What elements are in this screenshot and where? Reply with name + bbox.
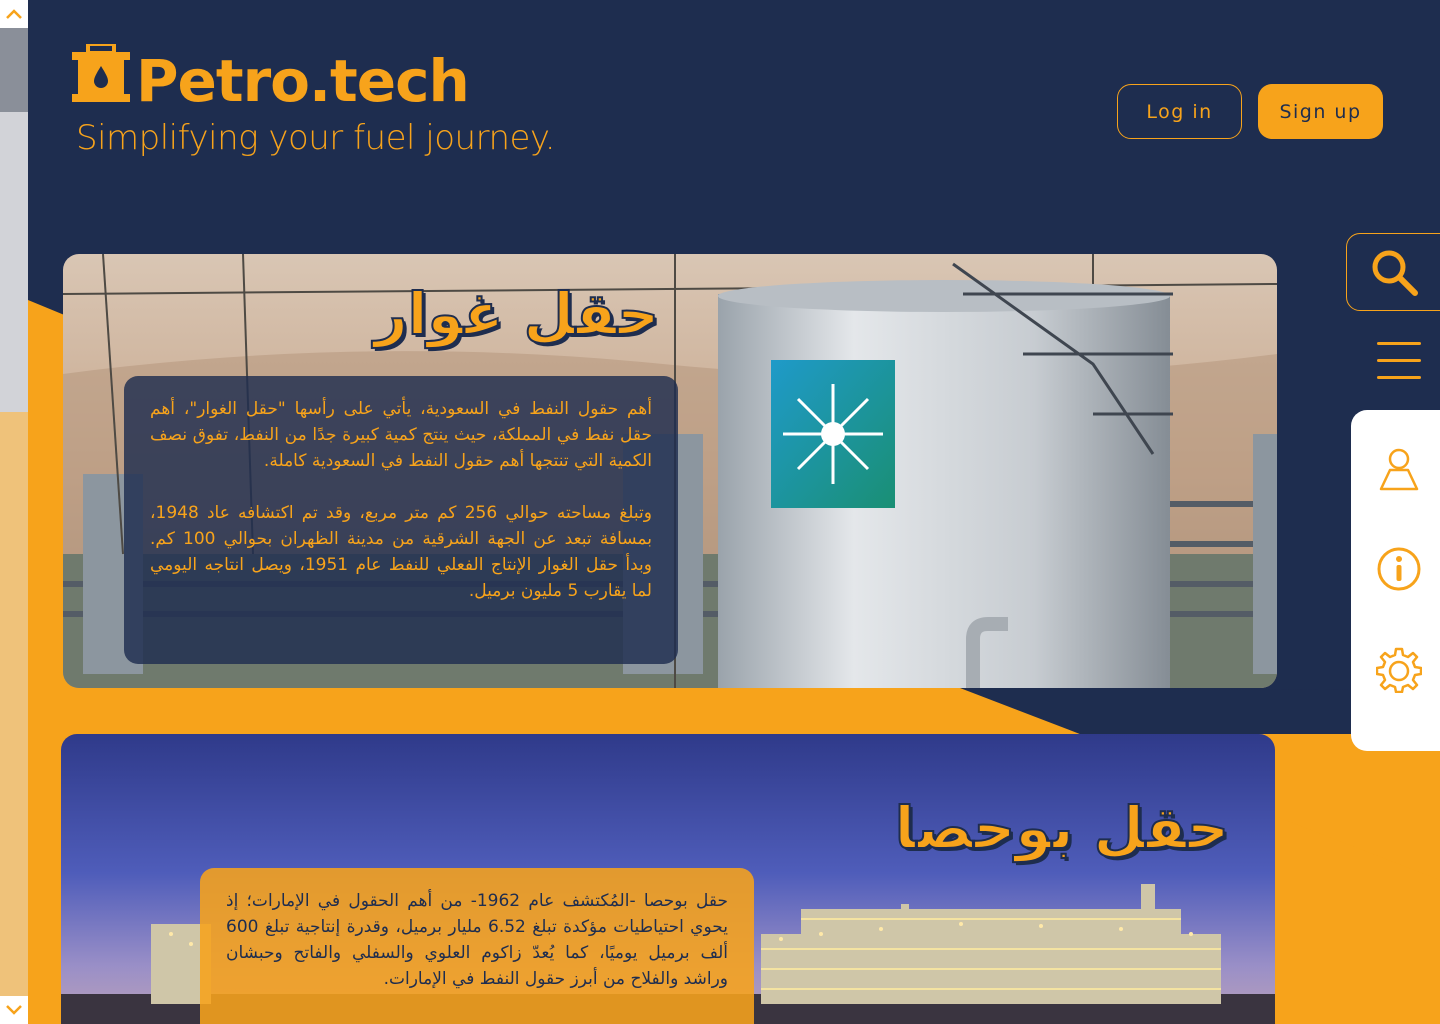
card-paragraph: حقل بوحصا -المُكتشف عام 1962- من أهم الح… <box>226 891 728 989</box>
card-paragraph: وتبلغ مساحته حوالي 256 كم متر مربع، وقد … <box>150 503 652 601</box>
field-card-ghawar[interactable]: حقل غوار أهم حقول النفط في السعودية، يأت… <box>63 254 1277 688</box>
side-nav-panel <box>1351 410 1440 751</box>
field-card-bu-hasa[interactable]: حقل بوحصا حقل بوحصا -المُكتشف عام 1962- … <box>61 734 1275 1024</box>
scroll-up-icon[interactable] <box>0 0 28 28</box>
card-paragraph: أهم حقول النفط في السعودية، يأتي على رأس… <box>150 399 652 471</box>
page-scrollbar[interactable] <box>0 0 28 1024</box>
oil-barrel-icon <box>72 44 130 102</box>
search-icon <box>1372 250 1418 296</box>
menu-icon[interactable] <box>1377 342 1421 380</box>
brand-logo[interactable]: Petro.tech <box>72 44 470 115</box>
scrollbar-thumb[interactable] <box>0 28 28 112</box>
brand-tagline: Simplifying your fuel journey. <box>76 118 556 158</box>
card-description: أهم حقول النفط في السعودية، يأتي على رأس… <box>124 376 678 664</box>
card-title: حقل بوحصا <box>894 793 1230 863</box>
brand-name: Petro.tech <box>136 47 470 115</box>
search-button[interactable] <box>1346 233 1440 311</box>
login-button[interactable]: Log in <box>1117 84 1242 139</box>
scroll-down-icon[interactable] <box>0 996 28 1024</box>
card-description: حقل بوحصا -المُكتشف عام 1962- من أهم الح… <box>200 868 754 1024</box>
settings-icon[interactable] <box>1375 647 1423 694</box>
user-icon[interactable] <box>1376 446 1422 492</box>
signup-button[interactable]: Sign up <box>1258 84 1383 139</box>
info-icon[interactable] <box>1376 546 1422 592</box>
card-title: حقل غوار <box>373 279 660 349</box>
